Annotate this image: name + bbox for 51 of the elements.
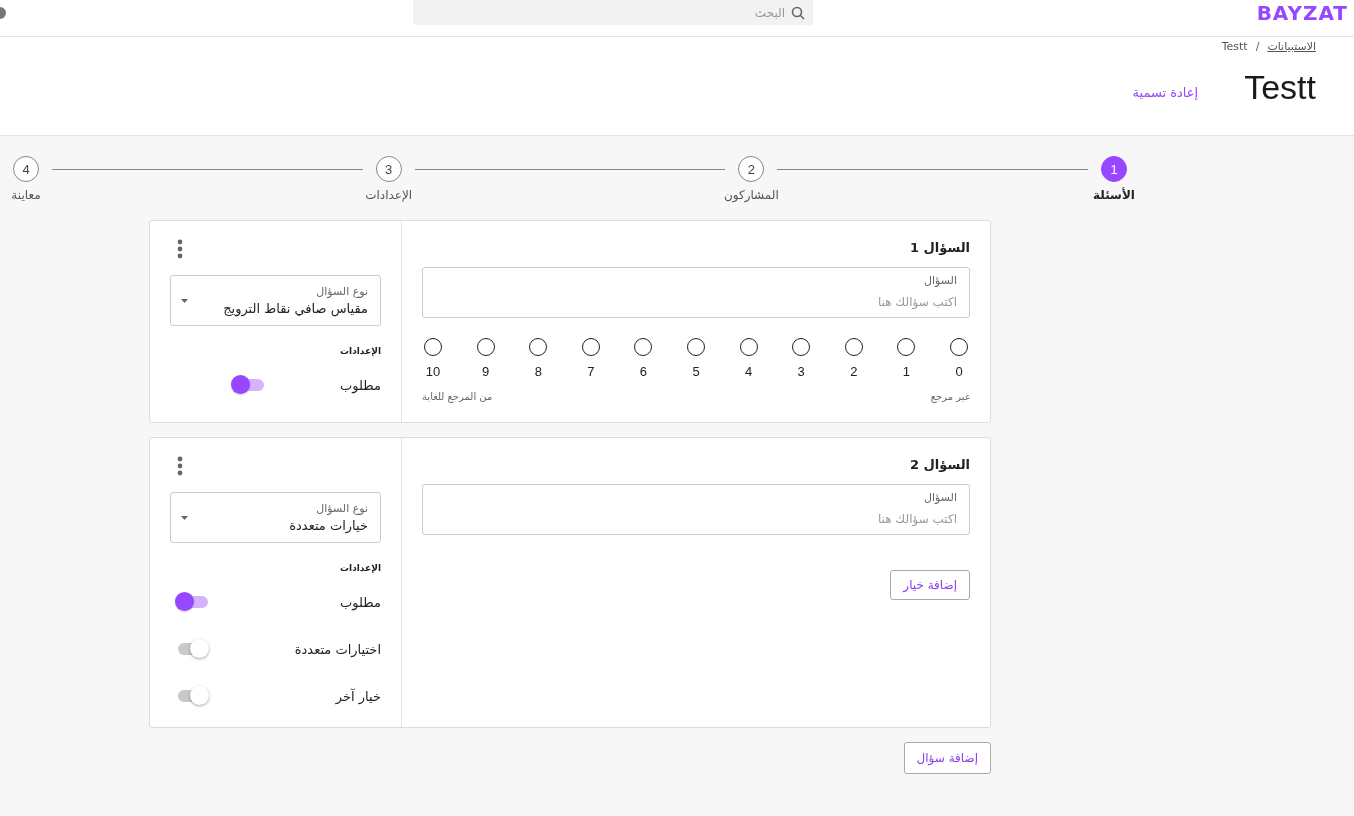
scale-number: 6: [639, 364, 648, 379]
step-label: المشاركون: [723, 188, 779, 202]
scale-number: 1: [902, 364, 911, 379]
step-label: الأسئلة: [1093, 188, 1135, 202]
question-type-dropdown[interactable]: نوع السؤال خيارات متعددة: [170, 492, 381, 543]
setting-label: خيار آخر: [335, 688, 381, 704]
step-number[interactable]: 4: [13, 156, 39, 182]
caret-icon: [181, 515, 188, 520]
search-field[interactable]: البحث: [413, 0, 813, 25]
step-number[interactable]: 2: [738, 156, 765, 182]
setting-label: مطلوب: [340, 377, 381, 393]
scale-low-label: غير مرجع: [930, 391, 970, 402]
setting-label: اختيارات متعددة: [294, 641, 381, 657]
step-number[interactable]: 3: [375, 156, 402, 182]
scale-number: 9: [482, 364, 490, 379]
question-type-dropdown[interactable]: نوع السؤال مقياس صافي نقاط الترويج: [170, 275, 381, 326]
caret-icon: [181, 298, 188, 303]
settings-heading: الإعدادات: [339, 563, 381, 573]
add-question-button[interactable]: إضافة سؤال: [903, 742, 991, 774]
more-icon: [177, 456, 183, 476]
dropdown-label: نوع السؤال: [315, 502, 368, 515]
rename-link[interactable]: إعادة تسمية: [1132, 85, 1199, 100]
scale-number: 0: [955, 364, 963, 379]
question-title: السؤال 2: [908, 457, 970, 472]
logo[interactable]: BAYZAT: [1256, 1, 1348, 25]
dropdown-value: خيارات متعددة: [289, 518, 368, 533]
step-label: معاينة: [11, 188, 41, 202]
scale-number: 7: [587, 364, 595, 379]
step-number[interactable]: 1: [1101, 156, 1127, 182]
scale-number: 2: [850, 364, 858, 379]
scale-number: 3: [797, 364, 805, 379]
breadcrumb-current: Testt: [1221, 40, 1248, 53]
question-title: السؤال 1: [908, 240, 970, 255]
scale-number: 10: [425, 364, 441, 379]
page-title: Testt: [1244, 68, 1316, 107]
breadcrumb-separator: /: [1255, 40, 1260, 53]
scale-number: 8: [534, 364, 542, 379]
more-icon: [177, 239, 183, 259]
scale-high-label: من المرجع للغاية: [422, 391, 493, 402]
field-label: السؤال: [924, 274, 957, 287]
step-label: الإعدادات: [365, 188, 413, 202]
dropdown-value: مقياس صافي نقاط الترويج: [223, 301, 368, 316]
field-label: السؤال: [924, 491, 957, 504]
add-option-button[interactable]: إضافة خيار: [890, 570, 970, 600]
search-icon: [791, 6, 805, 20]
dropdown-label: نوع السؤال: [315, 285, 368, 298]
scale-number: 4: [745, 364, 753, 379]
breadcrumb-link[interactable]: الاستبيانات: [1267, 40, 1316, 53]
scale-number: 5: [692, 364, 700, 379]
setting-label: مطلوب: [340, 594, 381, 610]
settings-heading: الإعدادات: [339, 346, 381, 356]
